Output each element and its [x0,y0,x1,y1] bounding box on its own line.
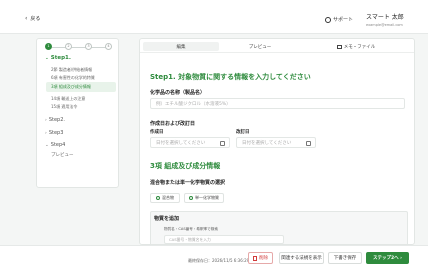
substance-search-input[interactable]: CAS番号・物質名を入力 [164,235,284,244]
step3-label: Step3 [48,130,64,136]
delete-label: 削除 [259,256,268,261]
tab-preview[interactable]: プレビュー [220,42,300,51]
mixture-icon [156,196,160,200]
support-icon [325,16,331,23]
support-label: サポート [333,17,354,23]
tab-preview-label: プレビュー [248,44,272,50]
last-saved-text: 最終保存日：2026/11/5 6:36:29 [188,258,250,263]
trash-icon [253,255,257,261]
delete-button[interactable]: 削除 [248,252,273,264]
sidebar-item-step3[interactable]: › Step3 [45,130,63,136]
section1-title: Step1. 対象物質に関する情報を入力してください [150,73,311,81]
footer-bar: 最終保存日：2026/11/5 6:36:29 削除 関連する法規を表示 下書き… [0,245,428,276]
memo-icon [336,44,342,49]
chevron-right-icon: › [45,117,47,123]
step2-label: Step2. [48,117,65,123]
calendar-icon [220,141,225,146]
sidebar-subitem-14[interactable]: 14項 輸送上の注意 [51,96,85,102]
sidebar-subitem-2[interactable]: 2節 製造者/供給者情報 [51,67,92,73]
choice-mixture[interactable]: 混合物 [150,193,180,203]
chevron-down-icon: ⌄ [45,55,49,61]
sidebar-item-preview[interactable]: プレビュー [51,152,74,158]
form-panel: 編集 プレビュー メモ・ファイル Step1. 対象物質に関する情報を入力してく… [139,38,415,245]
step4-label: Step4 [50,142,66,148]
next-step-button[interactable]: ステップ2へ › [366,252,409,264]
tab-edit[interactable]: 編集 [143,42,219,51]
dates-label: 作成日および改訂日 [150,121,196,127]
sidebar-item-step4[interactable]: ⌄ Step4 [45,142,65,148]
add-substance-panel: 物質を追加 物質名・CAS番号・希釈率で検索 CAS番号・物質名を入力 [150,211,408,244]
user-menu[interactable]: スマート 太郎 example@email.com [366,12,404,27]
step-progress: 1 2 3 4 [45,43,115,51]
stepper-dot-2[interactable]: 2 [65,43,72,50]
user-email: example@email.com [366,23,403,27]
add-substance-hint: 物質名・CAS番号・希釈率で検索 [164,227,218,231]
back-button[interactable]: ‹ 戻る [25,15,40,22]
sidebar-item-step1[interactable]: ⌄ Step1. [45,55,71,61]
tab-bar: 編集 プレビュー メモ・ファイル [140,39,414,53]
stepper-dot-4[interactable]: 4 [105,43,112,50]
choice-mixture-label: 混合物 [162,195,174,200]
created-date-placeholder: 日付を選択してください [156,140,206,146]
section3-title: 3項 組成及び成分情報 [150,162,221,170]
stepper-dot-3[interactable]: 3 [85,43,92,50]
chevron-right-icon: › [45,130,47,136]
revised-date-input[interactable]: 日付を選択してください [236,137,316,148]
back-label: 戻る [30,16,41,22]
related-regulations-button[interactable]: 関連する法規を表示 [279,252,324,264]
tab-memo-label: メモ・ファイル [343,44,376,50]
add-substance-label: 物質を追加 [154,216,180,222]
created-label: 作成日 [150,130,164,135]
tab-memo[interactable]: メモ・ファイル [306,42,406,51]
chevron-down-icon: ⌄ [45,142,49,148]
stepper-line [52,46,108,48]
top-bar: ‹ 戻る サポート スマート 太郎 example@email.com [0,0,428,34]
created-date-input[interactable]: 日付を選択してください [150,137,230,148]
tab-edit-label: 編集 [176,44,186,50]
sidebar-subitem-6[interactable]: 6項 有害性の化学的特質 [51,75,95,81]
stepper-dot-1[interactable]: 1 [45,43,52,50]
chem-name-label: 化学品の名称（製品名） [150,90,206,96]
step1-label: Step1. [50,55,71,61]
choice-single[interactable]: 単一化学物質 [184,193,224,203]
sidebar-item-step2[interactable]: › Step2. [45,117,65,123]
choice-single-label: 単一化学物質 [195,195,219,200]
user-name: スマート 太郎 [366,14,404,21]
support-link[interactable]: サポート [325,16,353,23]
sidebar-subitem-3[interactable]: 3項 組成及び成分情報 [46,82,116,92]
mixture-label: 混合物または単一化学物質の選択 [150,180,226,186]
revised-date-placeholder: 日付を選択してください [242,140,292,146]
chevron-left-icon: ‹ [25,15,28,22]
calendar-icon [306,141,311,146]
sidebar: 1 2 3 4 ⌄ Step1. 2節 製造者/供給者情報 6項 有害性の化学的… [36,38,119,188]
sidebar-subitem-15[interactable]: 15項 適用法令 [51,104,77,110]
revised-label: 改訂日 [236,130,250,135]
chem-name-input[interactable]: 例）エチル酸ジクロル（水溶液5%） [150,98,405,109]
save-draft-button[interactable]: 下書き保存 [328,252,362,264]
single-substance-icon [189,196,193,200]
